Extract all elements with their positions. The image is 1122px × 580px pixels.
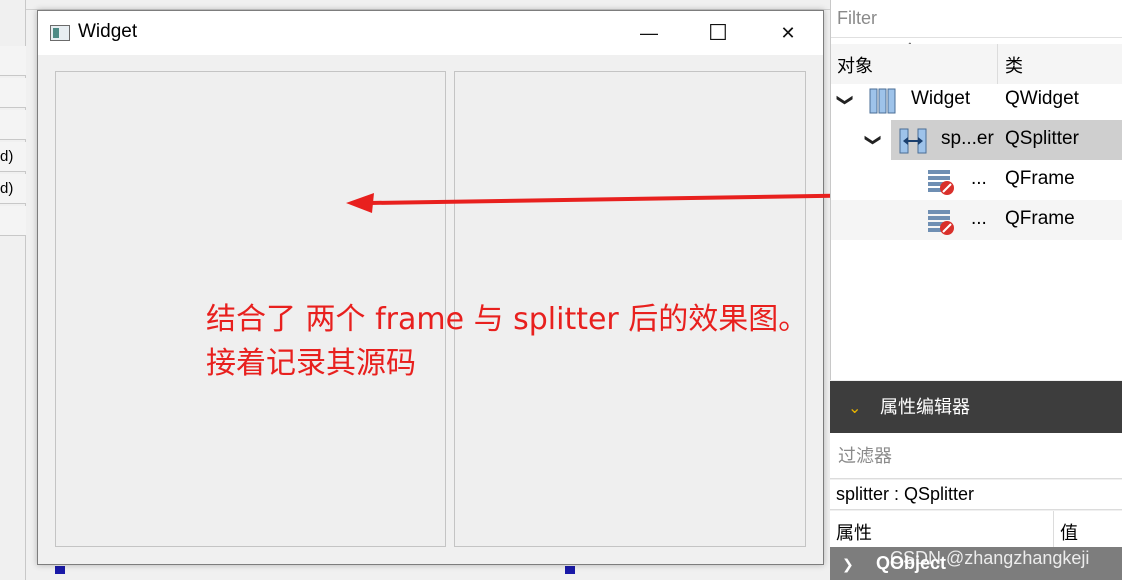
object-inspector: Filter ^ 对象 类 ❯ Widget QWidget ❯ sp...er…: [830, 0, 1122, 380]
annotation-text-line2: 接着记录其源码: [206, 346, 416, 381]
property-object-label: splitter : QSplitter: [830, 480, 1122, 510]
tree-object-name: ...: [971, 208, 987, 229]
widget-icon: [869, 88, 897, 114]
column-property[interactable]: 属性: [836, 519, 872, 545]
window-titlebar[interactable]: Widget — ☐ ✕: [38, 11, 823, 55]
tree-object-class: QFrame: [1005, 168, 1075, 189]
window-title: Widget: [78, 21, 138, 42]
left-panel-row[interactable]: d): [0, 174, 26, 204]
minimize-button[interactable]: —: [614, 11, 684, 55]
column-class[interactable]: 类: [1005, 52, 1023, 78]
splitter-icon: [899, 128, 927, 154]
designer-handle: [55, 566, 65, 574]
tree-row-splitter[interactable]: ❯ sp...er QSplitter: [831, 120, 1122, 160]
property-header: 属性 值: [830, 511, 1122, 547]
widget-window: Widget — ☐ ✕: [37, 10, 824, 565]
close-button[interactable]: ✕: [753, 11, 823, 55]
header-divider: [1053, 511, 1054, 547]
chevron-down-icon[interactable]: ❯: [836, 93, 856, 106]
header-divider: [997, 44, 998, 84]
column-object[interactable]: 对象: [837, 52, 873, 78]
column-value[interactable]: 值: [1060, 519, 1078, 545]
tree-object-class: QWidget: [1005, 88, 1079, 109]
left-panel-row[interactable]: [0, 206, 26, 236]
tree-object-class: QFrame: [1005, 208, 1075, 229]
tree-object-name: Widget: [911, 88, 971, 109]
tree-row-frame[interactable]: ... QFrame: [831, 200, 1122, 240]
designer-top-bar: [26, 0, 830, 10]
inspector-header: 对象 类: [831, 44, 1122, 84]
left-panel-row[interactable]: [0, 46, 26, 76]
property-filter-input[interactable]: 过滤器: [830, 433, 1122, 479]
chevron-down-icon[interactable]: ❯: [842, 556, 854, 573]
left-panel-row[interactable]: [0, 78, 26, 108]
maximize-button[interactable]: ☐: [683, 11, 753, 55]
property-editor-title[interactable]: 属性编辑器: [830, 381, 1122, 433]
frame-icon: [927, 208, 955, 235]
left-panel-row[interactable]: d): [0, 142, 26, 172]
tree-object-class: QSplitter: [1005, 128, 1079, 149]
tree-row-widget[interactable]: ❯ Widget QWidget: [831, 80, 1122, 120]
tree-object-name: sp...er: [941, 128, 994, 149]
annotation-text-line1: 结合了 两个 frame 与 splitter 后的效果图。: [206, 302, 809, 337]
tree-object-name: ...: [971, 168, 987, 189]
watermark: CSDN @zhangzhangkeji: [890, 548, 1090, 568]
left-panel-row[interactable]: [0, 110, 26, 140]
chevron-down-icon[interactable]: ❯: [864, 133, 884, 146]
frame-icon: [927, 168, 955, 195]
designer-handle: [565, 566, 575, 574]
tree-row-frame[interactable]: ... QFrame: [831, 160, 1122, 200]
object-filter-input[interactable]: Filter: [831, 0, 1122, 38]
window-app-icon: [50, 25, 70, 41]
chevron-down-icon[interactable]: ⌄: [848, 398, 861, 418]
designer-bottom-bar: [26, 565, 830, 580]
